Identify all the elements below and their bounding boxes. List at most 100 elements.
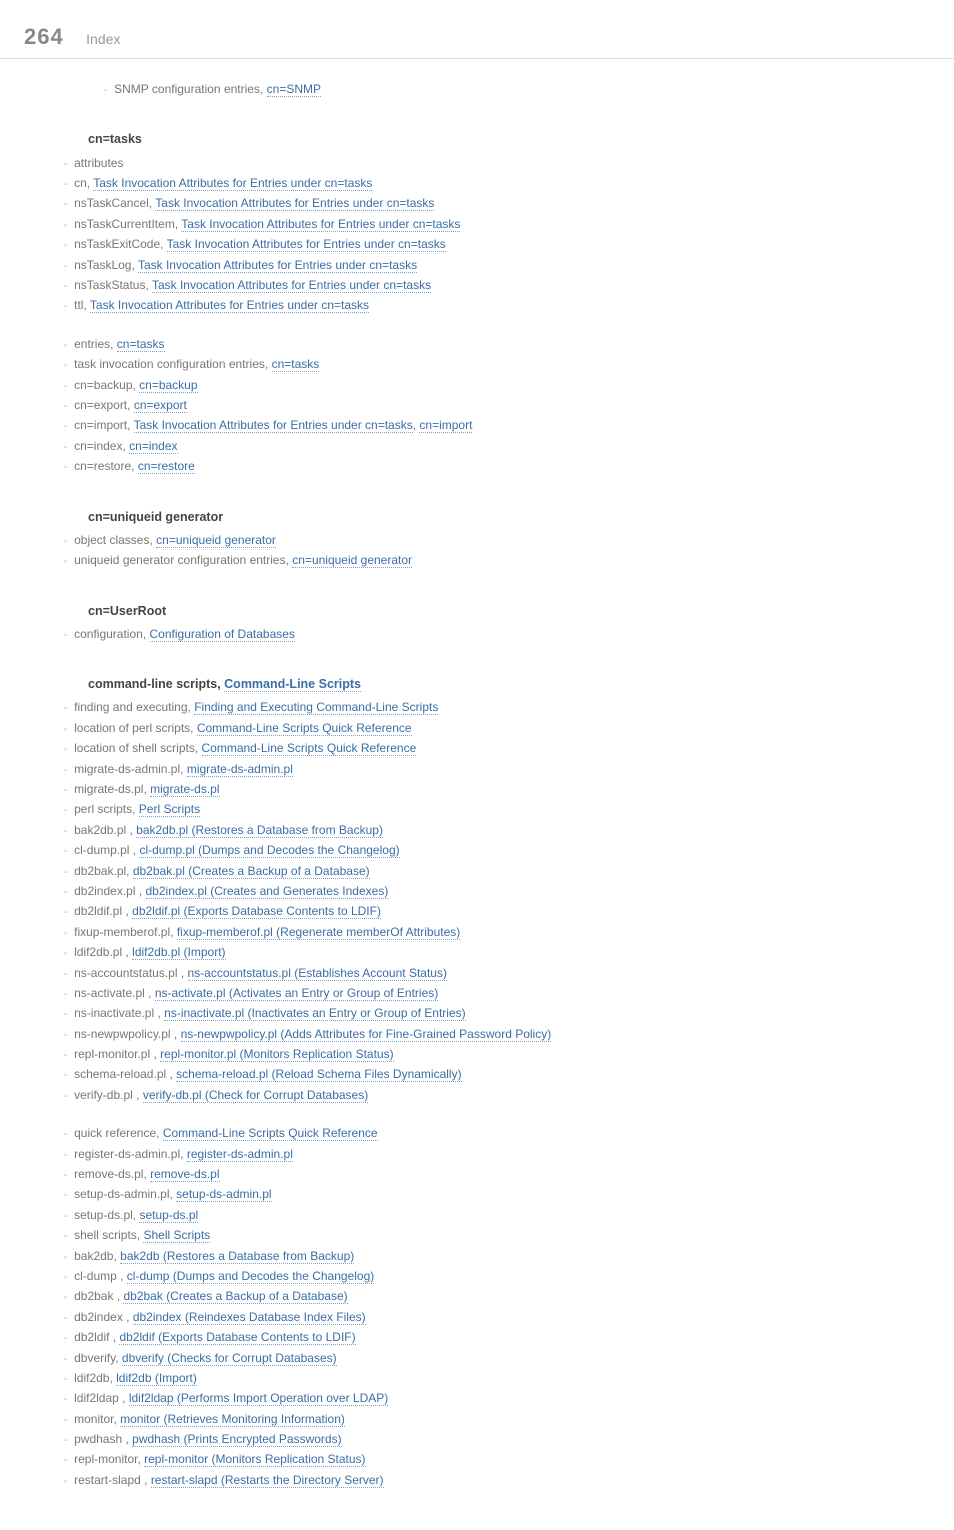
index-link[interactable]: db2index (Reindexes Database Index Files…: [133, 1310, 366, 1325]
index-link[interactable]: cn=uniqueid generator: [156, 533, 276, 548]
index-link[interactable]: cn=export: [134, 398, 187, 413]
index-link[interactable]: cn=index: [129, 439, 177, 454]
index-link[interactable]: ldif2ldap (Performs Import Operation ove…: [129, 1391, 388, 1406]
index-link[interactable]: ns-accountstatus.pl (Establishes Account…: [188, 966, 447, 981]
index-entry: - ttl, Task Invocation Attributes for En…: [64, 295, 930, 315]
index-link[interactable]: cn=tasks: [117, 337, 165, 352]
index-link[interactable]: cn=uniqueid generator: [292, 553, 412, 568]
index-entry: - nsTaskExitCode, Task Invocation Attrib…: [64, 234, 930, 254]
index-term: perl scripts,: [74, 802, 139, 816]
bullet-icon: -: [64, 826, 70, 837]
index-link[interactable]: Task Invocation Attributes for Entries u…: [181, 217, 460, 232]
index-link[interactable]: Task Invocation Attributes for Entries u…: [152, 278, 431, 293]
index-link[interactable]: pwdhash (Prints Encrypted Passwords): [132, 1432, 341, 1447]
index-term: ldif2ldap ,: [74, 1391, 129, 1405]
section-title-link[interactable]: Command-Line Scripts: [224, 677, 361, 692]
index-link[interactable]: db2ldif.pl (Exports Database Contents to…: [132, 904, 381, 919]
index-entry: - ns-newpwpolicy.pl , ns-newpwpolicy.pl …: [64, 1024, 584, 1044]
index-link[interactable]: cn=backup: [139, 378, 197, 393]
index-entry: - cn=import, Task Invocation Attributes …: [64, 415, 930, 435]
index-term: ldif2db,: [74, 1371, 116, 1385]
bullet-icon: -: [64, 1415, 70, 1426]
index-link[interactable]: Task Invocation Attributes for Entries u…: [90, 298, 369, 313]
index-link[interactable]: Finding and Executing Command-Line Scrip…: [194, 700, 438, 715]
page-header: 264 Index: [0, 0, 954, 59]
index-link[interactable]: migrate-ds-admin.pl: [187, 762, 293, 777]
index-entry: - location of shell scripts, Command-Lin…: [64, 738, 930, 758]
index-link[interactable]: Command-Line Scripts Quick Reference: [163, 1126, 378, 1141]
index-entry: - db2bak , db2bak (Creates a Backup of a…: [64, 1286, 930, 1306]
index-term: db2index.pl ,: [74, 884, 145, 898]
index-link[interactable]: schema-reload.pl (Reload Schema Files Dy…: [176, 1067, 461, 1082]
index-term: location of shell scripts,: [74, 741, 201, 755]
bullet-icon: -: [64, 1476, 70, 1487]
index-entry: - monitor, monitor (Retrieves Monitoring…: [64, 1409, 930, 1429]
index-term: cn=import,: [74, 418, 133, 432]
index-link[interactable]: setup-ds.pl: [139, 1208, 198, 1223]
index-link[interactable]: Shell Scripts: [143, 1228, 210, 1243]
index-link[interactable]: fixup-memberof.pl (Regenerate memberOf A…: [177, 925, 460, 940]
index-link[interactable]: verify-db.pl (Check for Corrupt Database…: [143, 1088, 368, 1103]
index-link[interactable]: restart-slapd (Restarts the Directory Se…: [151, 1473, 384, 1488]
index-link[interactable]: Command-Line Scripts Quick Reference: [202, 741, 417, 756]
index-link[interactable]: Task Invocation Attributes for Entries u…: [93, 176, 372, 191]
index-link[interactable]: ldif2db (Import): [116, 1371, 197, 1386]
index-term: quick reference,: [74, 1126, 163, 1140]
index-link[interactable]: setup-ds-admin.pl: [176, 1187, 271, 1202]
bullet-icon: -: [64, 805, 70, 816]
index-link[interactable]: db2bak.pl (Creates a Backup of a Databas…: [133, 864, 370, 879]
index-entry: - restart-slapd , restart-slapd (Restart…: [64, 1470, 930, 1490]
index-entry: - ns-activate.pl , ns-activate.pl (Activ…: [64, 983, 930, 1003]
index-link[interactable]: repl-monitor.pl (Monitors Replication St…: [160, 1047, 393, 1062]
bullet-icon: -: [64, 703, 70, 714]
index-link[interactable]: cl-dump.pl (Dumps and Decodes the Change…: [139, 843, 399, 858]
index-term: verify-db.pl ,: [74, 1088, 143, 1102]
index-link[interactable]: register-ds-admin.pl: [187, 1147, 293, 1162]
index-term: cn=export,: [74, 398, 134, 412]
index-link[interactable]: bak2db (Restores a Database from Backup): [120, 1249, 354, 1264]
bullet-icon: -: [64, 340, 70, 351]
bullet-icon: -: [64, 1050, 70, 1061]
index-link[interactable]: ns-newpwpolicy.pl (Adds Attributes for F…: [181, 1027, 552, 1042]
index-link[interactable]: db2index.pl (Creates and Generates Index…: [146, 884, 389, 899]
index-link[interactable]: ldif2db.pl (Import): [132, 945, 225, 960]
bullet-icon: -: [64, 281, 70, 292]
bullet-icon: -: [64, 724, 70, 735]
index-term: fixup-memberof.pl,: [74, 925, 177, 939]
index-link[interactable]: monitor (Retrieves Monitoring Informatio…: [120, 1412, 345, 1427]
index-entry: - task invocation configuration entries,…: [64, 354, 930, 374]
index-term: ns-newpwpolicy.pl ,: [74, 1027, 181, 1041]
index-link[interactable]: Configuration of Databases: [150, 627, 295, 642]
index-link[interactable]: repl-monitor (Monitors Replication Statu…: [144, 1452, 365, 1467]
index-link[interactable]: ns-inactivate.pl (Inactivates an Entry o…: [164, 1006, 465, 1021]
index-term: finding and executing,: [74, 700, 194, 714]
index-term: ldif2db.pl ,: [74, 945, 132, 959]
index-link[interactable]: cn=SNMP: [267, 82, 321, 97]
index-link[interactable]: Perl Scripts: [139, 802, 200, 817]
index-term: configuration,: [74, 627, 149, 641]
index-entry: - quick reference, Command-Line Scripts …: [64, 1123, 930, 1143]
index-link[interactable]: Task Invocation Attributes for Entries u…: [155, 196, 434, 211]
index-link[interactable]: ns-activate.pl (Activates an Entry or Gr…: [155, 986, 438, 1001]
index-term: cn=index,: [74, 439, 129, 453]
index-link[interactable]: remove-ds.pl: [150, 1167, 219, 1182]
index-link[interactable]: cn=restore: [138, 459, 195, 474]
index-term: nsTaskCancel,: [74, 196, 155, 210]
bullet-icon: -: [64, 1374, 70, 1385]
index-link[interactable]: cn=tasks: [272, 357, 320, 372]
section-title-text: command-line scripts,: [88, 677, 224, 691]
index-link[interactable]: Command-Line Scripts Quick Reference: [197, 721, 412, 736]
index-link[interactable]: db2bak (Creates a Backup of a Database): [123, 1289, 347, 1304]
index-link[interactable]: cn=import: [419, 418, 472, 433]
index-link[interactable]: migrate-ds.pl: [150, 782, 219, 797]
index-link[interactable]: Task Invocation Attributes for Entries u…: [138, 258, 417, 273]
index-entry: - nsTaskCancel, Task Invocation Attribut…: [64, 193, 930, 213]
index-link[interactable]: Task Invocation Attributes for Entries u…: [134, 418, 413, 433]
index-link[interactable]: bak2db.pl (Restores a Database from Back…: [136, 823, 383, 838]
index-link[interactable]: db2ldif (Exports Database Contents to LD…: [119, 1330, 355, 1345]
bullet-icon: -: [64, 462, 70, 473]
index-term: uniqueid generator configuration entries…: [74, 553, 292, 567]
index-link[interactable]: dbverify (Checks for Corrupt Databases): [122, 1351, 337, 1366]
index-link[interactable]: Task Invocation Attributes for Entries u…: [167, 237, 446, 252]
index-link[interactable]: cl-dump (Dumps and Decodes the Changelog…: [127, 1269, 374, 1284]
